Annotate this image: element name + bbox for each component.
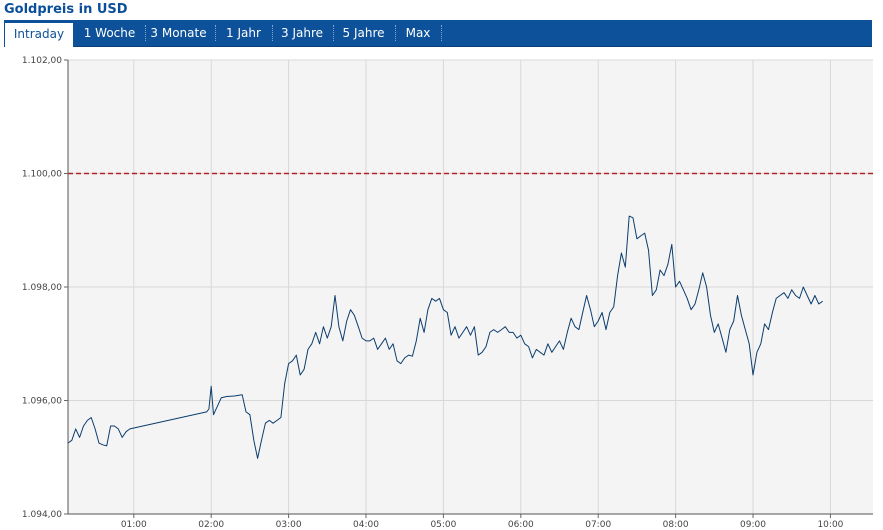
x-tick-label: 07:00 <box>585 520 611 530</box>
y-tick-label: 1.094,00 <box>22 510 62 520</box>
y-tick-label: 1.098,00 <box>22 283 62 293</box>
x-tick-label: 02:00 <box>198 520 224 530</box>
x-tick-label: 10:00 <box>817 520 843 530</box>
tab-intraday[interactable]: Intraday <box>4 22 74 47</box>
x-tick-label: 04:00 <box>353 520 379 530</box>
tab-separator <box>441 25 442 41</box>
time-range-tabs: Intraday 1 Woche 3 Monate 1 Jahr 3 Jahre… <box>4 20 872 47</box>
chart-title: Goldpreis in USD <box>4 2 128 17</box>
y-tick-label: 1.096,00 <box>22 397 62 407</box>
x-tick-label: 06:00 <box>508 520 534 530</box>
x-tick-label: 05:00 <box>430 520 456 530</box>
price-chart: 1.094,00 1.096,00 1.098,00 1.100,00 1.102,00… <box>22 56 873 530</box>
y-tick-label: 1.102,00 <box>22 56 62 66</box>
tab-3-jahre[interactable]: 3 Jahre <box>273 20 331 46</box>
tab-1-jahr[interactable]: 1 Jahr <box>216 20 271 46</box>
y-tick-label: 1.100,00 <box>22 170 62 180</box>
tab-5-jahre[interactable]: 5 Jahre <box>334 20 393 46</box>
x-tick-label: 01:00 <box>121 520 147 530</box>
tab-3-monate[interactable]: 3 Monate <box>146 20 211 46</box>
x-tick-label: 08:00 <box>663 520 689 530</box>
x-tick-label: 03:00 <box>276 520 302 530</box>
tab-1-woche[interactable]: 1 Woche <box>76 20 143 46</box>
x-tick-label: 09:00 <box>740 520 766 530</box>
tab-max[interactable]: Max <box>396 20 440 46</box>
